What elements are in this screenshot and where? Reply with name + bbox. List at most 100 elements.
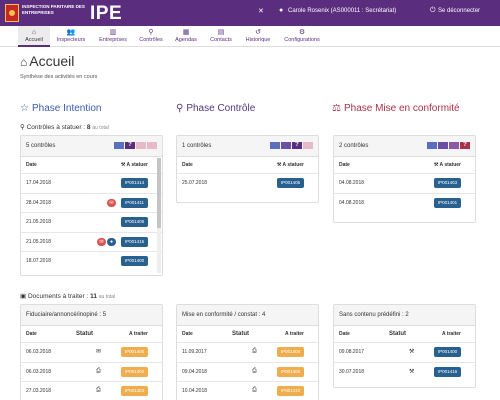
controles-heading: ⚲ Contrôles à statuer : 8 au total — [20, 124, 109, 131]
phase-conformite: ⚖ Phase Mise en conformité — [332, 103, 460, 114]
section-count: 11 — [90, 293, 97, 300]
document-button[interactable]: IP001404 — [121, 386, 148, 396]
row-date: 30.07.2018 — [339, 368, 365, 375]
controles-panel-intention: 5 contrôles ? Date ⚒ A statuer 17.04.201… — [20, 135, 163, 276]
section-total: au total — [98, 294, 116, 300]
panel-title: Sans contenu prédéfini : 2 — [339, 312, 409, 318]
row-date: 25.07.2018 — [182, 180, 208, 186]
section-label: Contrôles à statuer — [26, 124, 82, 131]
tools-icon[interactable]: ✕ — [258, 7, 264, 15]
row-date: 06.03.2018 — [26, 368, 52, 375]
table-header: Date Statut A traiter — [21, 326, 162, 342]
row-date: 09.04.2018 — [182, 368, 208, 375]
nav-label: Entreprises — [99, 37, 127, 43]
nav-contacts[interactable]: ▤ Contacts — [204, 26, 238, 47]
document-button[interactable]: IP001406 — [277, 366, 304, 377]
nav-label: Contrôles — [139, 37, 163, 43]
col-action: ⚒ A statuer — [120, 162, 148, 168]
nav-agendas[interactable]: ▦ Agendas — [169, 26, 203, 47]
table-row: 11.09.2017 ⎙ IP001404 — [177, 342, 318, 362]
panel-title: 2 contrôles — [339, 143, 369, 149]
nav-accueil[interactable]: ⌂ Accueil — [18, 26, 50, 47]
controle-button[interactable]: IP001403 — [434, 178, 461, 188]
page-title: ⌂ Accueil — [20, 53, 74, 69]
star-icon: ☆ — [20, 103, 29, 114]
table-row: 06.03.2018 ⎙ IP001402 — [21, 361, 162, 382]
controle-button[interactable]: IP001405 — [277, 178, 304, 188]
document-button[interactable]: IP001400 — [121, 347, 148, 357]
search-icon: ⚲ — [176, 103, 184, 114]
panel-title: Fiduciaire/annoncé/inopiné : 5 — [26, 312, 107, 318]
users-icon: 👥 — [66, 29, 76, 36]
documents-panel-fiduciaire: Fiduciaire/annoncé/inopiné : 5 Date Stat… — [20, 304, 163, 400]
page-title-text: Accueil — [29, 53, 75, 69]
balance-icon: ⚖ — [332, 103, 341, 114]
controle-button[interactable]: IP001414 — [121, 178, 148, 188]
table-row: 04.08.2018 IP001401 — [334, 192, 475, 213]
documents-panel-conformite: Mise en conformité / constat : 4 Date St… — [176, 304, 319, 400]
logo-text: Inspection Paritaire des Entreprises — [22, 4, 85, 15]
panel-title: 1 contrôles — [182, 143, 212, 149]
nav-configurations[interactable]: ⚙ Configurations — [279, 26, 325, 47]
status-legend: ? — [426, 142, 470, 150]
status-legend: ? — [269, 142, 313, 150]
document-button[interactable]: IP001416 — [434, 366, 461, 377]
calendar-icon: ▦ — [182, 29, 190, 36]
document-button[interactable]: IP001402 — [121, 366, 148, 377]
document-button[interactable]: IP001410 — [277, 386, 304, 396]
nav-label: Configurations — [284, 37, 320, 43]
main-nav: ⌂ Accueil 👥 Inspecteurs ▥ Entreprises ⚲ Cont… — [0, 26, 500, 47]
nav-inspecteurs[interactable]: 👥 Inspecteurs — [51, 26, 91, 47]
nav-label: Agendas — [175, 37, 197, 43]
table-row: 09.08.2017 ⚒ IP001400 — [334, 342, 475, 362]
printer-icon: ⎙ — [252, 348, 257, 354]
user-icon: ● — [279, 7, 284, 14]
table-header: Date ⚒ A statuer — [21, 157, 162, 173]
search-icon: ⚲ — [148, 29, 154, 36]
document-button[interactable]: IP001404 — [277, 347, 304, 357]
section-total: au total — [92, 125, 109, 131]
table-row: 10.04.2018 ⎙ IP001410 — [177, 381, 318, 400]
controle-button[interactable]: IP001401 — [434, 197, 461, 208]
table-header: Date ⚒ A statuer — [177, 157, 318, 173]
row-date: 11.09.2017 — [182, 349, 207, 355]
row-date: 21.05.2018 — [26, 238, 52, 245]
top-bar: Inspection Paritaire des Entreprises IPE… — [0, 0, 500, 26]
document-button[interactable]: IP001400 — [434, 347, 461, 357]
user-label[interactable]: Carole Rosenix (AS000011 : Secrétariat) — [288, 8, 396, 14]
table-row: 28.04.2018 ✉ IP001411 — [21, 192, 162, 213]
table-row: 18.07.2018 IP001400 — [21, 251, 162, 271]
gavel-icon: ⚒ — [409, 368, 415, 375]
page-subtitle: Synthèse des activités en cours — [20, 74, 98, 80]
controle-button[interactable]: IP001408 — [121, 217, 148, 227]
controles-panel-conformite: 2 contrôles ? Date ⚒ A statuer 04.08.201… — [333, 135, 476, 223]
documents-panel-sans-contenu: Sans contenu prédéfini : 2 Date Statut A… — [333, 304, 476, 388]
row-date: 18.07.2018 — [26, 258, 52, 264]
col-action: A traiter — [129, 331, 148, 337]
nav-controles[interactable]: ⚲ Contrôles — [135, 26, 167, 47]
nav-historique[interactable]: ↺ Historique — [239, 26, 277, 47]
phase-label: Phase Contrôle — [186, 103, 256, 114]
logout-link[interactable]: Se déconnecter — [438, 8, 480, 14]
row-date: 21.05.2018 — [26, 219, 52, 225]
nav-label: Contacts — [210, 37, 232, 43]
logo-word[interactable]: IPE — [90, 3, 122, 25]
panel-heading: Fiduciaire/annoncé/inopiné : 5 — [21, 305, 162, 326]
controle-button[interactable]: IP001400 — [121, 256, 148, 266]
col-date: Date — [26, 162, 37, 168]
controles-panel-controle: 1 contrôles ? Date ⚒ A statuer 25.07.201… — [176, 135, 319, 203]
panel-title: Mise en conformité / constat : 4 — [182, 312, 266, 318]
table-row: 17.04.2018 IP001414 — [21, 173, 162, 193]
envelope-icon: ✉ — [96, 349, 102, 355]
table-header: Date Statut A traiter — [177, 326, 318, 342]
table-row: 04.08.2018 IP001403 — [334, 173, 475, 193]
table-row: 21.05.2018 IP001408 — [21, 212, 162, 232]
status-legend: ? — [113, 142, 157, 150]
controle-button[interactable]: IP001415 — [121, 236, 148, 247]
panel-scrollbar[interactable] — [157, 158, 161, 273]
controle-button[interactable]: IP001411 — [121, 197, 148, 208]
table-row: 09.04.2018 ⎙ IP001406 — [177, 361, 318, 382]
col-action: A traiter — [442, 331, 461, 337]
nav-entreprises[interactable]: ▥ Entreprises — [92, 26, 134, 47]
panel-heading: 5 contrôles ? — [21, 136, 162, 157]
